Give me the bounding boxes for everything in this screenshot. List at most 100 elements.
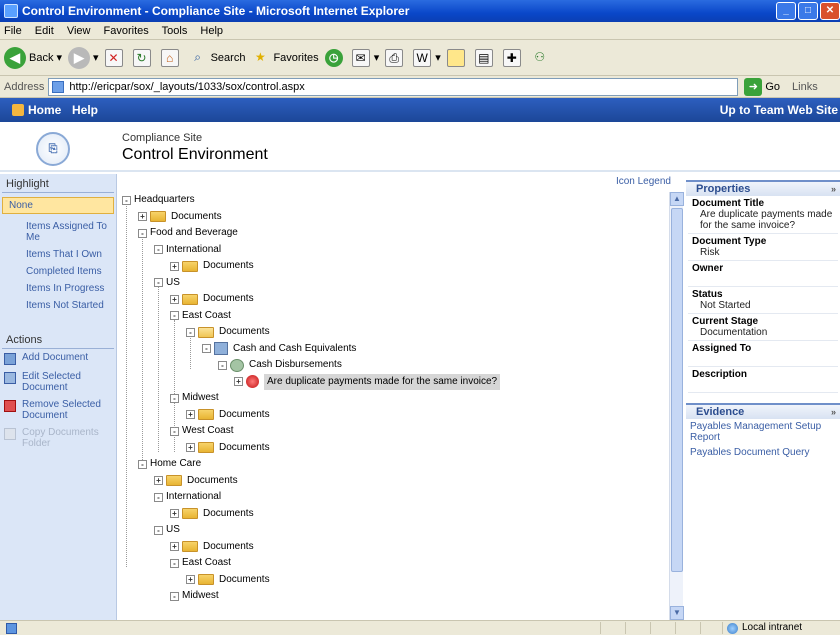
tree-node[interactable]: - Cash Disbursements [218,357,342,373]
tree-node[interactable]: - US [154,522,180,538]
tree-node[interactable]: + Documents [170,506,254,522]
scroll-thumb[interactable] [671,208,683,572]
menu-file[interactable]: File [4,25,22,37]
evidence-link[interactable]: Payables Management Setup Report [686,419,840,445]
add-document-action[interactable]: Add Document [0,349,116,368]
tree-node[interactable]: + Documents [138,209,222,225]
help-link[interactable]: Help [72,98,98,122]
links-button[interactable]: Links [792,81,818,93]
collapse-icon[interactable]: - [186,327,195,337]
collapse-icon[interactable]: - [122,195,131,205]
edit-button[interactable]: W ▾ [413,48,441,67]
tree-node[interactable]: + Documents [170,291,254,307]
tree-node[interactable]: - Headquarters [122,192,195,208]
expand-icon[interactable]: + [170,509,179,518]
collapse-icon[interactable]: - [170,393,179,403]
maximize-button[interactable]: □ [798,2,818,20]
home-button[interactable]: ⌂ [160,48,183,67]
go-button[interactable]: ➜ Go [744,77,780,96]
expand-icon[interactable]: + [186,443,195,452]
collapse-icon[interactable]: - [218,360,227,370]
collapse-icon[interactable]: - [154,525,163,535]
collapse-icon[interactable]: - [138,459,147,469]
discuss-button[interactable] [446,48,469,67]
menu-edit[interactable]: Edit [35,25,54,37]
collapse-icon[interactable]: - [154,245,163,254]
tree-node[interactable]: - US [154,275,180,291]
tree-node[interactable]: - International [154,489,221,505]
collapse-icon[interactable]: - [170,591,179,601]
search-button[interactable]: ⌕ Search [189,49,245,67]
highlight-completed[interactable]: Completed Items [0,263,116,280]
menu-favorites[interactable]: Favorites [104,25,149,37]
icon-legend-link[interactable]: Icon Legend [616,176,671,187]
tree-node[interactable]: - Midwest [170,390,219,406]
collapse-icon[interactable]: - [202,344,211,353]
expand-icon[interactable]: + [170,261,179,271]
menu-view[interactable]: View [67,25,91,37]
menu-help[interactable]: Help [200,25,223,37]
back-button[interactable]: ◀ Back ▾ [4,46,62,69]
home-link[interactable]: Home [28,98,61,122]
tree-node[interactable]: + Documents [154,473,238,489]
mail-button[interactable]: ✉ ▾ [351,48,379,67]
scroll-down-arrow[interactable]: ▼ [670,606,684,620]
expand-icon[interactable]: + [234,377,243,386]
close-button[interactable]: ✕ [820,2,840,20]
address-input[interactable]: http://ericpar/sox/_layouts/1033/sox/con… [48,77,739,96]
tree-node[interactable]: - East Coast [170,555,231,571]
edit-document-action[interactable]: Edit Selected Document [0,368,116,396]
highlight-assigned-to-me[interactable]: Items Assigned To Me [0,218,116,246]
collapse-icon[interactable]: - [154,278,163,287]
collapse-icon[interactable]: - [138,228,147,238]
highlight-items-i-own[interactable]: Items That I Own [0,246,116,263]
contacts-button[interactable]: ⚇ [531,49,553,67]
highlight-none[interactable]: None [2,197,114,214]
research-button[interactable]: ▤ [474,48,497,67]
tree-node[interactable]: - Home Care [138,456,201,472]
menu-tools[interactable]: Tools [162,25,188,37]
collapse-icon[interactable]: - [170,426,179,436]
tree-node[interactable]: + Are duplicate payments made for the sam… [234,373,501,390]
collapse-icon[interactable]: - [154,492,163,502]
tree-node[interactable]: + Documents [170,258,254,274]
tree-node[interactable]: + Documents [170,539,254,555]
expand-icon[interactable]: + [186,575,195,584]
forward-button[interactable]: ▶ ▾ [68,46,99,69]
refresh-button[interactable]: ↻ [132,48,155,67]
expand-icon[interactable]: + [138,212,147,221]
property-field: Assigned To [688,341,838,367]
expand-icon[interactable]: + [170,542,179,551]
tree-node[interactable]: - International [154,242,221,258]
history-button[interactable]: ◷ [324,48,346,67]
up-to-team-site-link[interactable]: Up to Team Web Site [720,98,838,122]
tree-node[interactable]: - East Coast [170,308,231,324]
favorites-button[interactable]: ★ Favorites [251,49,319,67]
evidence-link[interactable]: Payables Document Query [686,445,840,460]
collapse-evidence-icon[interactable]: » [831,405,836,419]
collapse-icon[interactable]: - [170,558,179,568]
tree-node[interactable]: - Food and Beverage [138,225,238,241]
tree-node[interactable]: - West Coast [170,423,234,439]
tree-node[interactable]: + Documents [186,572,270,588]
print-button[interactable]: ⎙ [385,48,407,67]
collapse-icon[interactable]: - [170,311,179,320]
tree-node[interactable]: - Cash and Cash Equivalents [202,341,356,357]
tree-node[interactable]: - Documents [186,324,270,340]
messenger-button[interactable]: ✚ [502,48,525,67]
scroll-up-arrow[interactable]: ▲ [670,192,684,206]
tree-node[interactable]: + Documents [186,440,270,456]
collapse-properties-icon[interactable]: » [831,182,836,196]
minimize-button[interactable]: _ [776,2,796,20]
tree-scrollbar[interactable]: ▲ ▼ [669,192,684,620]
highlight-in-progress[interactable]: Items In Progress [0,280,116,297]
expand-icon[interactable]: + [154,476,163,485]
site-name[interactable]: Compliance Site [122,132,202,144]
remove-document-action[interactable]: Remove Selected Document [0,396,116,424]
expand-icon[interactable]: + [186,410,195,419]
highlight-not-started[interactable]: Items Not Started [0,297,116,314]
expand-icon[interactable]: + [170,294,179,304]
tree-node[interactable]: - Midwest [170,588,219,604]
stop-button[interactable]: ✕ [104,48,127,67]
tree-node[interactable]: + Documents [186,407,270,423]
